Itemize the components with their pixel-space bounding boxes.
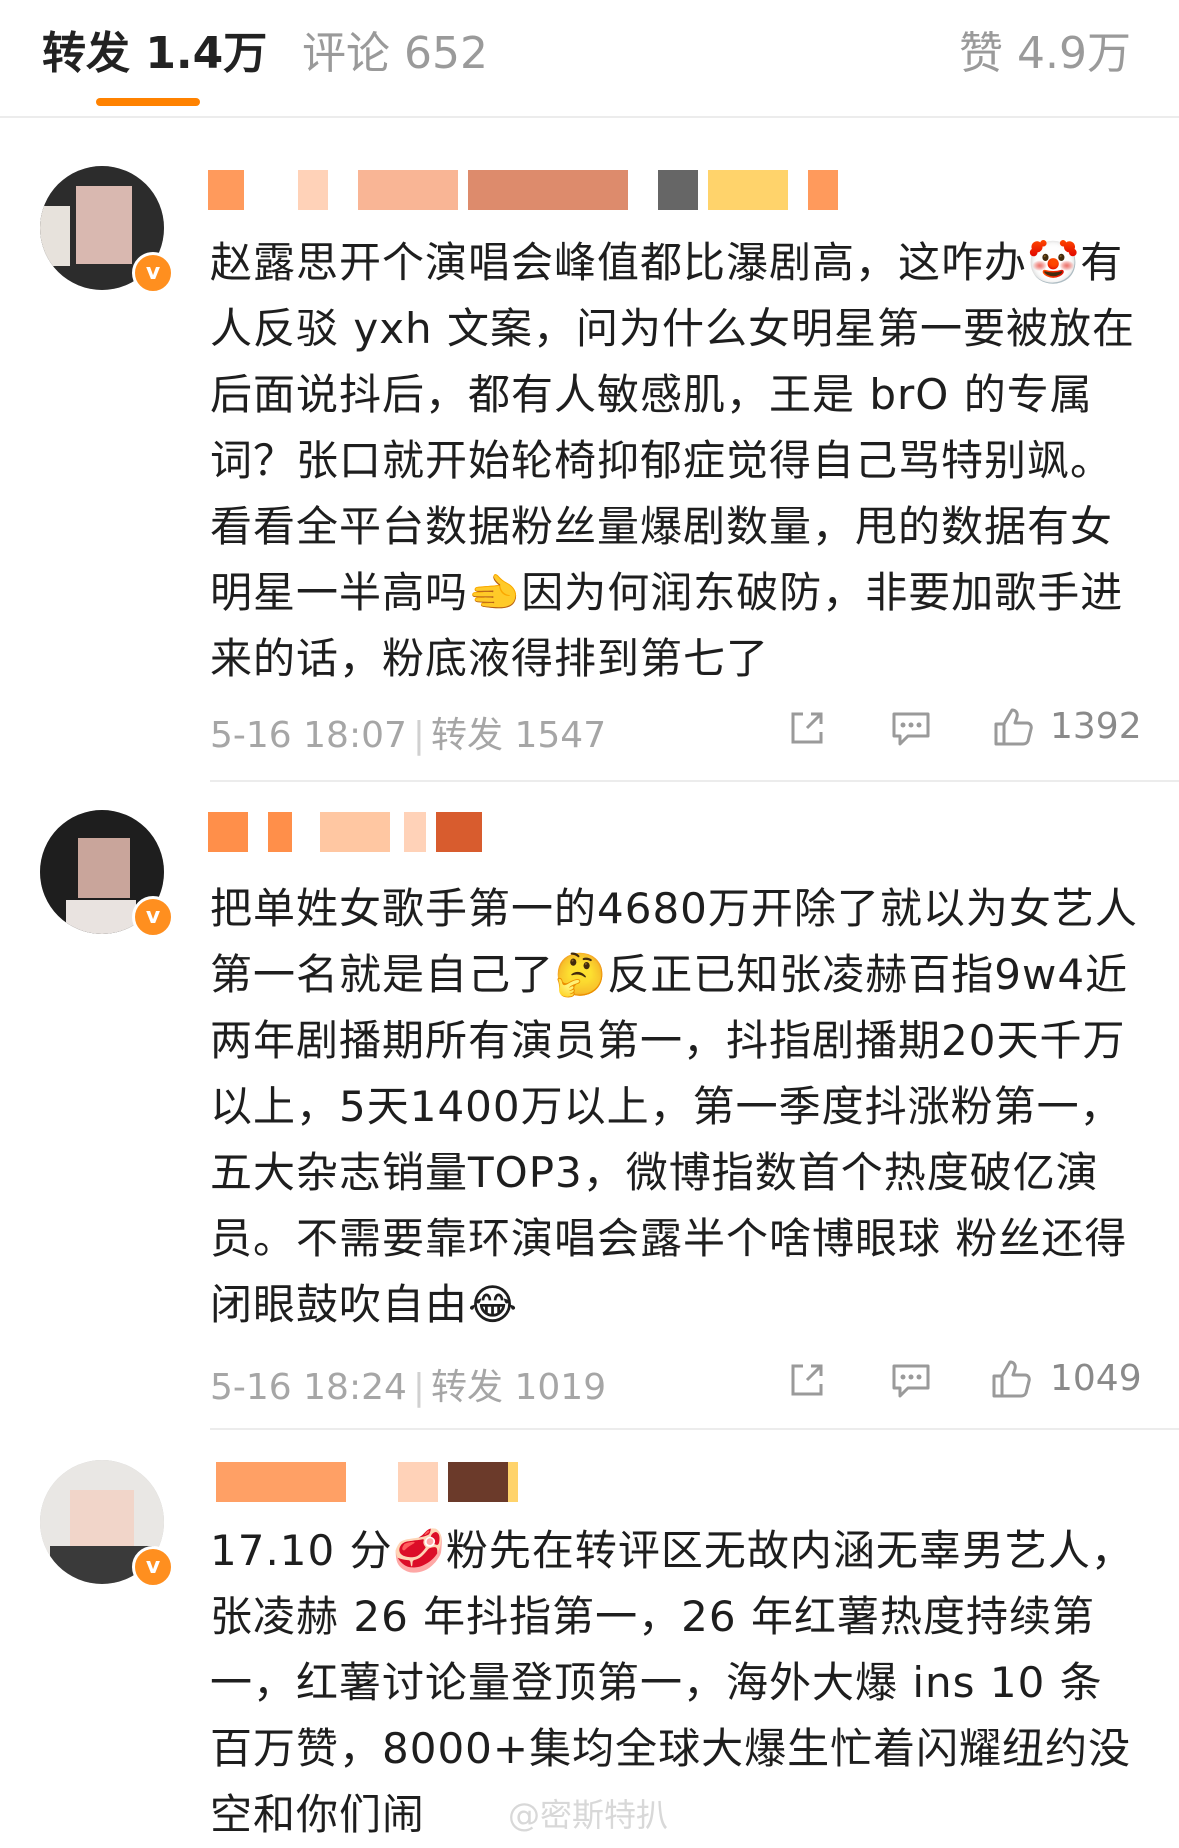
comment-time: 5-16 18:24 xyxy=(210,1367,407,1408)
divider xyxy=(210,780,1179,782)
comment-time: 5-16 18:07 xyxy=(210,715,407,756)
divider xyxy=(210,1428,1179,1430)
share-icon[interactable] xyxy=(785,1358,829,1406)
comment-text: 17.10 分🥩粉先在转评区无故内涵无辜男艺人，张凌赫 26 年抖指第一，26 … xyxy=(210,1526,1134,1839)
watermark: @密斯特扒 xyxy=(508,1796,669,1834)
tab-comments[interactable]: 评论 652 xyxy=(302,28,488,80)
comment-icon[interactable] xyxy=(888,706,934,754)
thumbs-up-icon[interactable] xyxy=(988,1356,1034,1406)
verified-badge-icon: v xyxy=(132,252,174,294)
tab-repost[interactable]: 转发 1.4万 xyxy=(42,28,267,80)
like-count: 1392 xyxy=(1050,706,1142,747)
verified-badge-icon: v xyxy=(132,896,174,938)
nickname-redacted[interactable] xyxy=(208,812,508,852)
thumbs-up-icon[interactable] xyxy=(990,704,1036,754)
tab-likes[interactable]: 赞 4.9万 xyxy=(959,28,1131,80)
comment-text: 赵露思开个演唱会峰值都比瀑剧高，这咋办🤡有人反驳 yxh 文案，问为什么女明星第… xyxy=(210,238,1136,683)
comment-icon[interactable] xyxy=(888,1358,934,1406)
comment-text: 把单姓女歌手第一的4680万开除了就以为女艺人第一名就是自己了🤔反正已知张凌赫百… xyxy=(210,884,1138,1329)
like-count: 1049 xyxy=(1050,1358,1142,1399)
nickname-redacted[interactable] xyxy=(208,170,838,210)
active-tab-indicator xyxy=(96,98,200,106)
repost-count: 转发 1019 xyxy=(431,1367,607,1408)
tab-bar: 转发 1.4万 评论 652 赞 4.9万 xyxy=(0,0,1179,118)
comment-meta: 5-16 18:07 | 转发 1547 xyxy=(210,715,607,756)
repost-count: 转发 1547 xyxy=(431,715,607,756)
verified-badge-icon: v xyxy=(132,1546,174,1588)
share-icon[interactable] xyxy=(785,706,829,754)
comment-meta: 5-16 18:24 | 转发 1019 xyxy=(210,1367,607,1408)
nickname-redacted[interactable] xyxy=(208,1462,518,1502)
